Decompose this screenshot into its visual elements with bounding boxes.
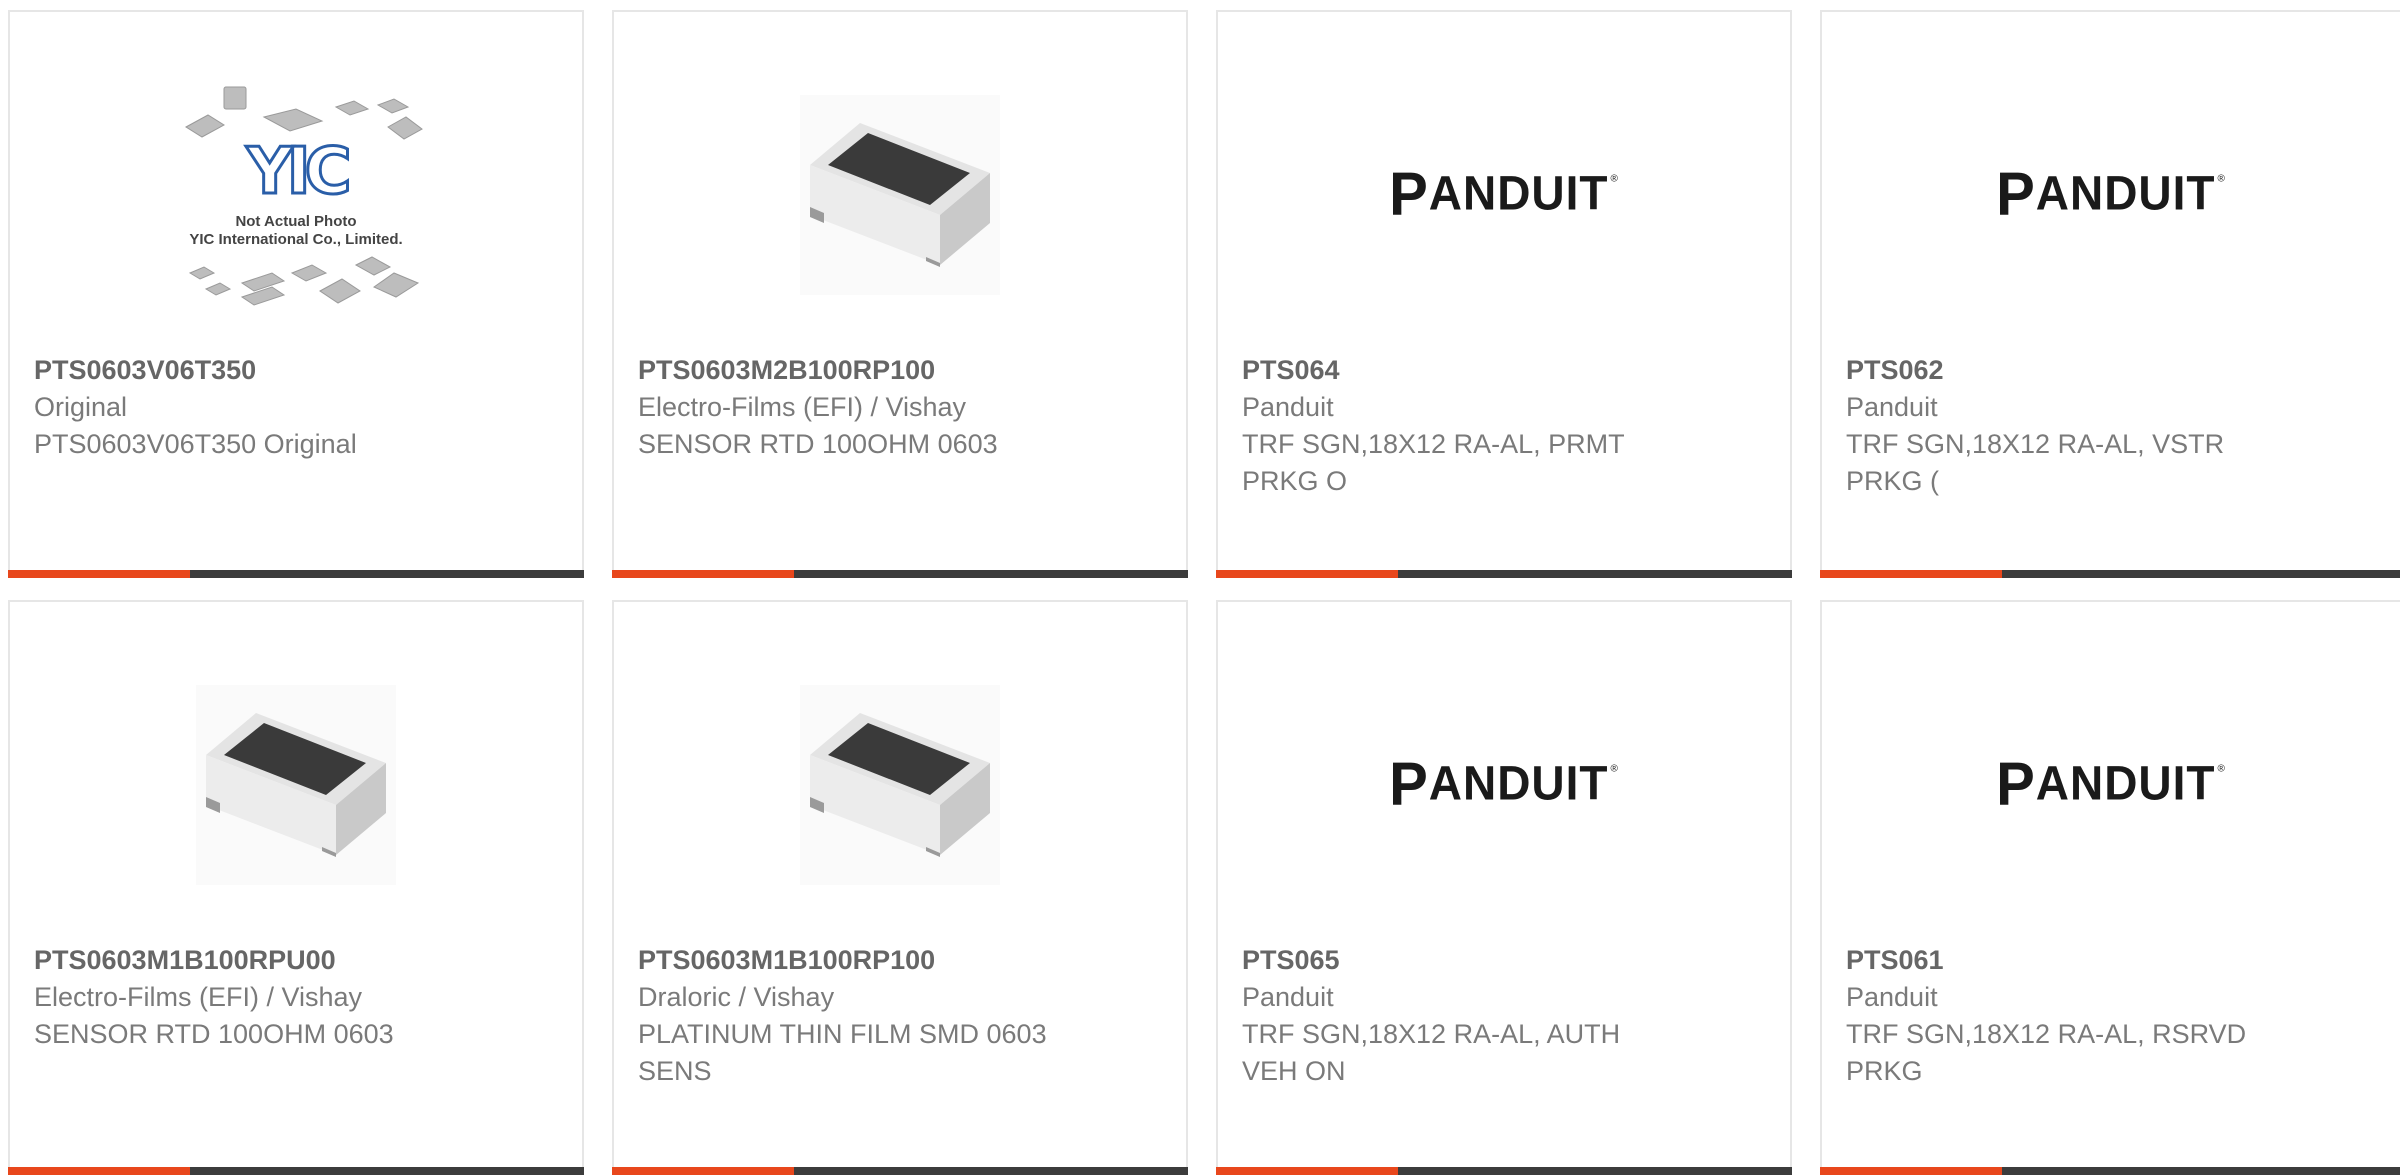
card-bottom-bar (1820, 1167, 2400, 1175)
product-image[interactable]: P ANDUIT ® (1822, 40, 2400, 350)
card-bottom-bar (8, 1167, 584, 1175)
product-image[interactable]: P ANDUIT ® (1822, 630, 2400, 940)
smd-resistor-image (196, 685, 396, 885)
description: TRF SGN,18X12 RA-AL, AUTH VEH ON (1242, 1019, 1621, 1086)
product-image[interactable] (10, 630, 582, 940)
not-actual-photo-placeholder: YIC Not Actual Photo YIC International C… (146, 75, 446, 315)
product-card[interactable]: PTS0603M2B100RP100 Electro-Films (EFI) /… (612, 10, 1188, 578)
product-info: PTS0603M2B100RP100 Electro-Films (EFI) /… (638, 352, 1162, 463)
description: TRF SGN,18X12 RA-AL, PRMT PRKG O (1242, 429, 1625, 496)
description: SENSOR RTD 100OHM 0603 (638, 429, 998, 459)
product-card[interactable]: YIC Not Actual Photo YIC International C… (8, 10, 584, 578)
logo-letter: P (1996, 750, 2036, 819)
card-accent (1820, 570, 2002, 578)
product-image[interactable] (614, 40, 1186, 350)
product-card[interactable]: PTS0603M1B100RP100 Draloric / Vishay PLA… (612, 600, 1188, 1175)
product-card[interactable]: P ANDUIT ® PTS062 Panduit TRF SGN,18X12 RA… (1820, 10, 2400, 578)
product-grid: YIC Not Actual Photo YIC International C… (0, 0, 2400, 1175)
card-accent (8, 1167, 190, 1175)
yic-logo: YIC (245, 135, 353, 209)
manufacturer: Original (34, 392, 128, 422)
card-bottom-bar (8, 570, 584, 578)
card-bottom-bar (612, 570, 1188, 578)
manufacturer: Electro-Films (EFI) / Vishay (638, 392, 967, 422)
description: TRF SGN,18X12 RA-AL, VSTR PRKG ( (1846, 429, 2225, 496)
panduit-logo: P ANDUIT ® (1389, 160, 1619, 229)
card-bottom-bar (1820, 570, 2400, 578)
product-info: PTS064 Panduit TRF SGN,18X12 RA-AL, PRMT… (1242, 352, 1766, 500)
logo-text: ANDUIT (2035, 165, 2216, 221)
logo-text: ANDUIT (2035, 755, 2216, 811)
product-card[interactable]: P ANDUIT ® PTS065 Panduit TRF SGN,18X12 RA… (1216, 600, 1792, 1175)
manufacturer: Panduit (1846, 982, 1938, 1012)
card-accent (612, 570, 794, 578)
logo-letter: P (1996, 160, 2036, 229)
card-accent (1216, 570, 1398, 578)
card-bottom-bar (612, 1167, 1188, 1175)
part-number[interactable]: PTS064 (1242, 352, 1766, 389)
logo-letter: P (1389, 160, 1429, 229)
logo-text: ANDUIT (1428, 165, 1609, 221)
product-info: PTS065 Panduit TRF SGN,18X12 RA-AL, AUTH… (1242, 942, 1766, 1090)
panduit-logo: P ANDUIT ® (1996, 160, 2226, 229)
product-card[interactable]: P ANDUIT ® PTS064 Panduit TRF SGN,18X12 RA… (1216, 10, 1792, 578)
product-info: PTS062 Panduit TRF SGN,18X12 RA-AL, VSTR… (1846, 352, 2376, 500)
product-info: PTS0603M1B100RP100 Draloric / Vishay PLA… (638, 942, 1162, 1090)
manufacturer: Electro-Films (EFI) / Vishay (34, 982, 363, 1012)
product-info: PTS061 Panduit TRF SGN,18X12 RA-AL, RSRV… (1846, 942, 2376, 1090)
product-card[interactable]: PTS0603M1B100RPU00 Electro-Films (EFI) /… (8, 600, 584, 1175)
product-info: PTS0603M1B100RPU00 Electro-Films (EFI) /… (34, 942, 558, 1053)
product-image[interactable] (614, 630, 1186, 940)
card-accent (1820, 1167, 2002, 1175)
logo-text: ANDUIT (1428, 755, 1609, 811)
registered-mark: ® (1610, 172, 1619, 185)
card-bottom-bar (1216, 570, 1792, 578)
product-image[interactable]: P ANDUIT ® (1218, 40, 1790, 350)
part-number[interactable]: PTS0603M2B100RP100 (638, 352, 1162, 389)
manufacturer: Panduit (1846, 392, 1938, 422)
placeholder-line-1: Not Actual Photo (235, 213, 357, 230)
manufacturer: Panduit (1242, 392, 1334, 422)
smd-resistor-image (800, 685, 1000, 885)
card-accent (8, 570, 190, 578)
card-accent (612, 1167, 794, 1175)
placeholder-caption: Not Actual Photo YIC International Co., … (146, 213, 446, 249)
part-number[interactable]: PTS062 (1846, 352, 2376, 389)
placeholder-line-2: YIC International Co., Limited. (189, 231, 403, 248)
registered-mark: ® (2217, 762, 2226, 775)
manufacturer: Panduit (1242, 982, 1334, 1012)
part-number[interactable]: PTS065 (1242, 942, 1766, 979)
manufacturer: Draloric / Vishay (638, 982, 835, 1012)
panduit-logo: P ANDUIT ® (1996, 750, 2226, 819)
registered-mark: ® (1610, 762, 1619, 775)
description: TRF SGN,18X12 RA-AL, RSRVD PRKG (1846, 1019, 2247, 1086)
card-bottom-bar (1216, 1167, 1792, 1175)
part-number[interactable]: PTS061 (1846, 942, 2376, 979)
product-card[interactable]: P ANDUIT ® PTS061 Panduit TRF SGN,18X12 RA… (1820, 600, 2400, 1175)
description: SENSOR RTD 100OHM 0603 (34, 1019, 394, 1049)
part-number[interactable]: PTS0603V06T350 (34, 352, 558, 389)
description: PLATINUM THIN FILM SMD 0603 SENS (638, 1019, 1047, 1086)
product-image[interactable]: P ANDUIT ® (1218, 630, 1790, 940)
part-number[interactable]: PTS0603M1B100RP100 (638, 942, 1162, 979)
product-image[interactable]: YIC Not Actual Photo YIC International C… (10, 40, 582, 350)
logo-letter: P (1389, 750, 1429, 819)
panduit-logo: P ANDUIT ® (1389, 750, 1619, 819)
card-accent (1216, 1167, 1398, 1175)
registered-mark: ® (2217, 172, 2226, 185)
description: PTS0603V06T350 Original (34, 429, 357, 459)
part-number[interactable]: PTS0603M1B100RPU00 (34, 942, 558, 979)
smd-resistor-image (800, 95, 1000, 295)
product-info: PTS0603V06T350 Original PTS0603V06T350 O… (34, 352, 558, 463)
